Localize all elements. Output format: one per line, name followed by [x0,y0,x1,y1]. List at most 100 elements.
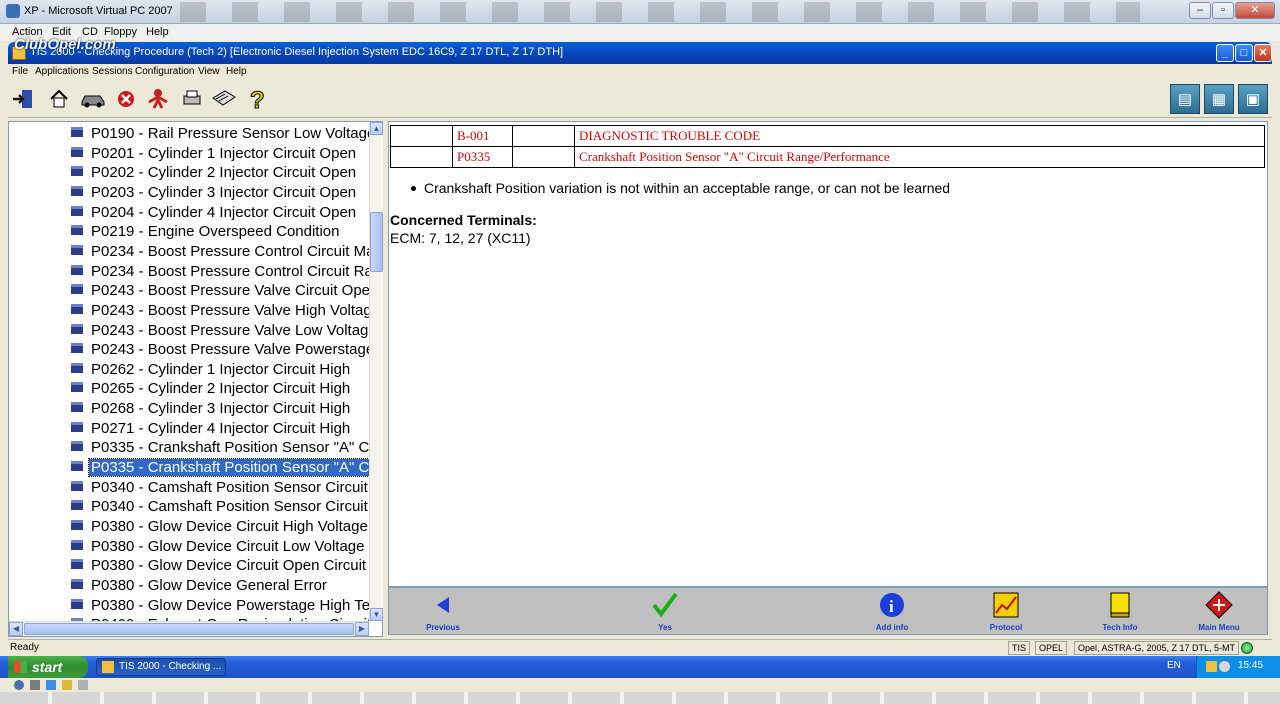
app-close-button[interactable]: ✕ [1254,44,1272,62]
person-icon[interactable] [145,86,171,112]
home-icon[interactable] [46,86,72,112]
tree-item[interactable]: P0243 - Boost Pressure Valve Low Voltage [71,321,369,340]
protocol-label: Protocol [989,623,1023,632]
tree-item[interactable]: P0219 - Engine Overspeed Condition [71,222,342,241]
tree-item[interactable]: P0201 - Cylinder 1 Injector Circuit Open [71,144,358,163]
book-icon [71,303,83,314]
previous-button[interactable]: Previous [403,588,483,634]
tray-volume-icon[interactable] [1219,661,1230,672]
tree-item[interactable]: P0380 - Glow Device Circuit Open Circuit [71,556,368,575]
scroll-up-button[interactable]: ▲ [370,122,383,135]
tech2-icon[interactable]: ▤ [1170,84,1200,114]
taskbar-item-tis[interactable]: TIS 2000 - Checking ... [96,658,226,676]
tis-task-icon [102,661,114,673]
tree-item-label: P0262 - Cylinder 1 Injector Circuit High [91,360,351,378]
watermark: ClubOpel.com [14,36,116,53]
scroll-right-button[interactable]: ▶ [355,622,369,636]
tree-item[interactable]: P0271 - Cylinder 4 Injector Circuit High [71,419,352,438]
table-cell: P0335 [452,146,513,168]
quick-launch-explorer-icon[interactable] [46,680,56,690]
book-icon [71,284,83,295]
menu-help[interactable]: Help [226,66,247,77]
scroll-left-button[interactable]: ◀ [9,622,23,636]
tree-item[interactable]: P0243 - Boost Pressure Valve High Voltag… [71,301,369,320]
menu-configuration[interactable]: Configuration [135,66,194,77]
stop-icon[interactable] [113,86,139,112]
tree-item[interactable]: P0340 - Camshaft Position Sensor Circuit… [71,497,369,516]
app-minimize-button[interactable]: _ [1216,44,1234,62]
host-menu-help[interactable]: Help [146,26,169,38]
exit-icon[interactable] [10,86,36,112]
menu-file[interactable]: File [12,66,28,77]
quick-launch-desktop-icon[interactable] [30,680,40,690]
quick-launch-folder-icon[interactable] [62,680,72,690]
tree-item-label: P0190 - Rail Pressure Sensor Low Voltage [91,125,369,142]
start-button[interactable]: start [8,656,88,678]
svg-text:?: ? [250,87,265,112]
quick-launch-browser-icon[interactable] [14,680,24,690]
quick-launch-extra-icon[interactable] [78,680,88,690]
tree-item[interactable]: P0234 - Boost Pressure Control Circuit M… [71,242,369,261]
tree-item[interactable]: P0190 - Rail Pressure Sensor Low Voltage [71,124,369,143]
terminals-value: ECM: 7, 12, 27 (XC11) [390,230,531,246]
scroll-down-button[interactable]: ▼ [370,608,383,621]
engine-icon[interactable]: ▦ [1204,84,1234,114]
tree-item[interactable]: P0243 - Boost Pressure Valve Circuit Ope… [71,281,369,300]
table-cell: B-001 [452,125,513,147]
book-icon [71,461,83,472]
menu-sessions[interactable]: Sessions [92,66,133,77]
host-restore-button[interactable]: ▫ [1212,2,1234,19]
tree-item[interactable]: P0380 - Glow Device Circuit High Voltage [71,517,369,536]
tree-item[interactable]: P0202 - Cylinder 2 Injector Circuit Open [71,163,358,182]
tree-item-label: P0203 - Cylinder 3 Injector Circuit Open [91,183,357,201]
host-bottom-strip [0,692,1280,704]
tech-info-button[interactable]: Tech Info [1080,588,1160,634]
tree-item[interactable]: P0203 - Cylinder 3 Injector Circuit Open [71,183,358,202]
notes-icon[interactable] [211,86,237,112]
tree-item[interactable]: P0262 - Cylinder 1 Injector Circuit High [71,360,352,379]
main-menu-button[interactable]: Main Menu [1179,588,1259,634]
menu-applications[interactable]: Applications [35,66,89,77]
virtual-pc-icon [6,4,20,18]
yes-button[interactable]: Yes [625,588,705,634]
tree-vertical-scrollbar[interactable]: ▲ ▼ [369,122,383,621]
book-icon [71,146,83,157]
procedure-content-panel: B-001 DIAGNOSTIC TROUBLE CODE P0335 Cran… [388,121,1268,587]
help-icon[interactable]: ? [245,86,271,113]
add-info-button[interactable]: i Add info [852,588,932,634]
tree-item[interactable]: P0380 - Glow Device Powerstage High Temp… [71,596,369,615]
tree-item-label: P0380 - Glow Device Circuit Open Circuit [91,557,367,575]
book-icon [71,578,83,589]
vehicle-icon[interactable] [78,86,108,112]
menu-view[interactable]: View [198,66,220,77]
main-menu-label: Main Menu [1198,623,1240,632]
tree-item-label: P0202 - Cylinder 2 Injector Circuit Open [91,164,357,182]
scroll-thumb[interactable] [370,212,383,272]
tree-item[interactable]: P0268 - Cylinder 3 Injector Circuit High [71,399,352,418]
hscroll-thumb[interactable] [24,623,354,635]
protocol-button[interactable]: Protocol [966,588,1046,634]
host-minimize-button[interactable]: – [1189,2,1211,19]
tree-item-label: P0204 - Cylinder 4 Injector Circuit Open [91,203,357,221]
host-close-button[interactable]: ✕ [1235,2,1275,19]
tree-item[interactable]: P0340 - Camshaft Position Sensor Circuit [71,478,369,497]
tree-item[interactable]: P0335 - Crankshaft Position Sensor "A" C… [71,458,369,478]
tree-item[interactable]: P0380 - Glow Device Circuit Low Voltage [71,537,366,556]
tree-item[interactable]: P0234 - Boost Pressure Control Circuit R… [71,262,369,281]
tree-horizontal-scrollbar[interactable]: ◀ ▶ [9,621,369,636]
tree-item[interactable]: P0335 - Crankshaft Position Sensor "A" C… [71,438,369,457]
tree-item-label: P0380 - Glow Device General Error [91,576,327,594]
system-tray: 15:45 [1196,656,1280,678]
tree-item[interactable]: P0204 - Cylinder 4 Injector Circuit Open [71,203,358,222]
app-maximize-button[interactable]: □ [1235,44,1253,62]
tree-item[interactable]: P0243 - Boost Pressure Valve Powerstage [71,340,369,359]
tree-item[interactable]: P0265 - Cylinder 2 Injector Circuit High [71,379,352,398]
language-indicator[interactable]: EN [1167,660,1181,671]
tray-network-icon[interactable] [1206,661,1217,672]
description-text: Crankshaft Position variation is not wit… [424,180,951,196]
tree-item-label: P0243 - Boost Pressure Valve Low Voltage [91,321,369,339]
vehicle-diagnostic-icon[interactable]: ▣ [1238,84,1268,114]
print-icon[interactable] [179,86,205,112]
taskbar: start TIS 2000 - Checking ... EN 15:45 [0,656,1280,678]
tree-item[interactable]: P0380 - Glow Device General Error [71,576,329,595]
